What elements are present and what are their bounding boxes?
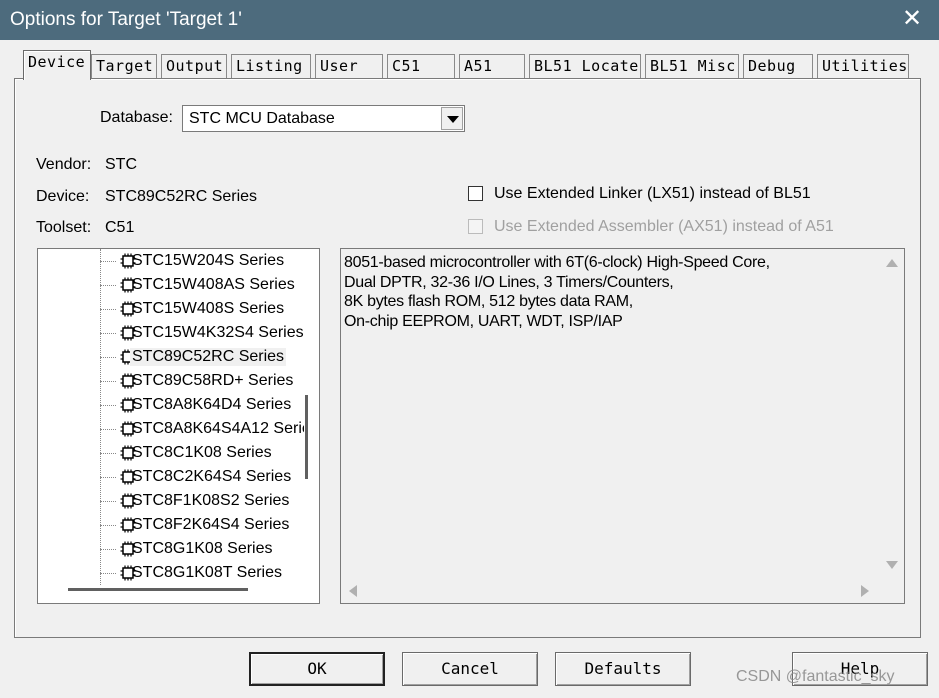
tree-connector: [100, 309, 116, 310]
tree-item[interactable]: STC15W4K32S4 Series: [100, 323, 304, 345]
tree-item[interactable]: STC8A8K64D4 Series: [100, 395, 304, 417]
device-label: Device:: [36, 188, 90, 205]
tree-connector: [100, 333, 116, 334]
tab-debug[interactable]: Debug: [743, 54, 813, 78]
database-select-value: STC MCU Database: [189, 110, 335, 127]
extended-linker-label: Use Extended Linker (LX51) instead of BL…: [494, 185, 811, 202]
title-bar: Options for Target 'Target 1' ✕: [0, 0, 939, 40]
tab-target[interactable]: Target: [91, 54, 157, 78]
tree-connector: [100, 501, 116, 502]
tree-item-label: STC8A8K64S4A12 Series: [132, 420, 304, 437]
toolset-label: Toolset:: [36, 219, 92, 236]
tree-item-label: STC8F2K64S4 Series: [132, 516, 290, 533]
tree-item-label: STC15W408S Series: [132, 300, 285, 317]
tree-item[interactable]: STC8G1K08T Series: [100, 563, 304, 585]
vendor-label: Vendor:: [36, 156, 92, 173]
description-line: Dual DPTR, 32-36 I/O Lines, 3 Timers/Cou…: [344, 273, 674, 291]
tree-connector: [100, 549, 116, 550]
description-line: 8K bytes flash ROM, 512 bytes data RAM,: [344, 293, 633, 310]
close-icon[interactable]: ✕: [899, 5, 925, 33]
tab-bl51-misc[interactable]: BL51 Misc: [645, 54, 739, 78]
tab-a51[interactable]: A51: [459, 54, 525, 78]
tree-item[interactable]: STC8F1K08S2 Series: [100, 491, 304, 513]
scroll-up-icon[interactable]: [886, 259, 898, 267]
device-description: 8051-based microcontroller with 6T(6-clo…: [340, 248, 905, 604]
tree-item-label: STC15W408AS Series: [132, 276, 295, 293]
tree-item[interactable]: STC8C2K64S4 Series: [100, 467, 304, 489]
tree-item[interactable]: STC8A8K64S4A12 Series: [100, 419, 304, 441]
extended-assembler-label: Use Extended Assembler (AX51) instead of…: [494, 218, 834, 235]
tab-device[interactable]: Device: [23, 50, 91, 80]
window-title: Options for Target 'Target 1': [10, 9, 242, 30]
tree-connector: [100, 429, 116, 430]
tree-item-label: STC8G1K08 Series: [132, 540, 273, 557]
tree-item[interactable]: STC15W408S Series: [100, 299, 304, 321]
watermark: CSDN @fantastic_sky: [736, 668, 895, 685]
tree-item[interactable]: STC8G1K08 Series: [100, 539, 304, 561]
tab-utilities[interactable]: Utilities: [817, 54, 909, 78]
tree-horizontal-scrollbar[interactable]: [68, 588, 248, 591]
tree-vertical-scrollbar[interactable]: [305, 395, 308, 479]
description-text: 8051-based microcontroller with 6T(6-clo…: [344, 253, 770, 331]
cancel-button[interactable]: Cancel: [402, 652, 538, 686]
defaults-button[interactable]: Defaults: [555, 652, 691, 686]
device-tree-list: STC15W204S Series STC15W408AS Series STC15…: [38, 249, 304, 585]
tree-connector: [100, 261, 116, 262]
scroll-right-icon[interactable]: [861, 585, 869, 597]
database-label: Database:: [100, 109, 173, 126]
tree-item-label: STC8A8K64D4 Series: [132, 396, 292, 413]
tab-c51[interactable]: C51: [387, 54, 455, 78]
tree-item[interactable]: STC15W408AS Series: [100, 275, 304, 297]
tree-item[interactable]: STC15W204S Series: [100, 251, 304, 273]
description-line: On-chip EEPROM, UART, WDT, ISP/IAP: [344, 312, 623, 330]
tree-connector: [100, 573, 116, 574]
tree-connector: [100, 405, 116, 406]
tree-connector: [100, 381, 116, 382]
toolset-value: C51: [105, 219, 135, 236]
tree-item[interactable]: STC8C1K08 Series: [100, 443, 304, 465]
dropdown-arrow-icon[interactable]: [441, 107, 463, 130]
device-value: STC89C52RC Series: [105, 188, 258, 205]
vendor-value: STC: [105, 156, 137, 173]
description-line: 8051-based microcontroller with 6T(6-clo…: [344, 254, 770, 271]
tree-item-label: STC8C2K64S4 Series: [132, 468, 292, 485]
tab-bl51-locate[interactable]: BL51 Locate: [529, 54, 641, 78]
tab-user[interactable]: User: [315, 54, 383, 78]
tab-output[interactable]: Output: [161, 54, 227, 78]
tree-item[interactable]: STC89C52RC Series: [100, 347, 304, 369]
database-select[interactable]: STC MCU Database: [182, 105, 465, 132]
device-tree[interactable]: STC15W204S Series STC15W408AS Series STC15…: [37, 248, 320, 604]
tree-connector: [100, 453, 116, 454]
tree-connector: [100, 357, 116, 358]
tree-item-label: STC8C1K08 Series: [132, 444, 272, 461]
tree-connector: [100, 477, 116, 478]
tree-item-label: STC8F1K08S2 Series: [132, 492, 290, 509]
scroll-left-icon[interactable]: [349, 585, 357, 597]
tree-item-label: STC89C52RC Series: [130, 348, 287, 366]
tree-item-label: STC15W4K32S4 Series: [132, 324, 304, 341]
scroll-down-icon[interactable]: [886, 561, 898, 569]
tree-connector: [100, 285, 116, 286]
extended-linker-checkbox[interactable]: [468, 186, 483, 201]
tree-item-label: STC8G1K08T Series: [132, 564, 282, 581]
ok-button[interactable]: OK: [249, 652, 385, 686]
tree-item-label: STC89C58RD+ Series: [132, 372, 294, 389]
tree-item[interactable]: STC89C58RD+ Series: [100, 371, 304, 393]
tab-listing[interactable]: Listing: [231, 54, 311, 78]
tree-item[interactable]: STC8F2K64S4 Series: [100, 515, 304, 537]
extended-assembler-checkbox[interactable]: [468, 219, 483, 234]
tree-item-label: STC15W204S Series: [132, 252, 285, 269]
tree-connector: [100, 525, 116, 526]
